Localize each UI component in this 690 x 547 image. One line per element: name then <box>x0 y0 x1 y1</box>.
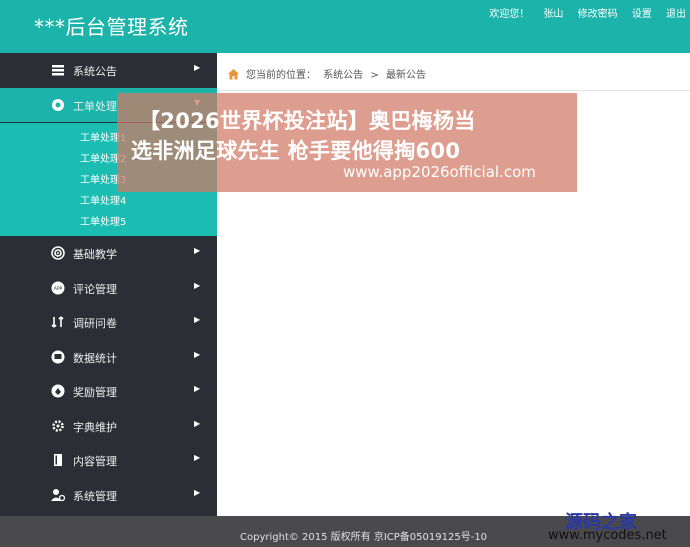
gear-icon <box>51 98 65 112</box>
sidebar-item-announcements[interactable]: 系统公告 ▶ <box>0 53 217 87</box>
breadcrumb: 您当前的位置： 系统公告 > 最新公告 <box>217 53 690 91</box>
sidebar-item-label: 字典维护 <box>73 421 117 434</box>
submenu-item-ticket-5[interactable]: 工单处理5 <box>80 213 126 228</box>
medal-icon <box>51 384 65 398</box>
submenu-item-ticket-4[interactable]: 工单处理4 <box>80 192 126 207</box>
chevron-right-icon: ▶ <box>194 315 201 324</box>
settings-link[interactable]: 设置 <box>632 9 652 20</box>
header-bar: ***后台管理系统 欢迎您！ 张山 修改密码 设置 退出 <box>0 0 690 53</box>
sidebar-item-label: 系统公告 <box>73 65 117 78</box>
chevron-right-icon: ▶ <box>194 453 201 462</box>
sidebar-item-system[interactable]: 系统管理 ▶ <box>0 478 217 512</box>
chevron-right-icon: ▶ <box>194 488 201 497</box>
flow-icon <box>51 315 65 329</box>
chevron-right-icon: ▶ <box>194 419 201 428</box>
breadcrumb-item-announcements[interactable]: 系统公告 <box>323 70 363 81</box>
user-gear-icon <box>51 488 65 502</box>
ad-headline-line2: 选非洲足球先生 枪手要他得掏600 <box>131 139 461 163</box>
sidebar-item-label: 评论管理 <box>73 283 117 296</box>
sidebar-item-label: 奖励管理 <box>73 386 117 399</box>
sidebar-item-label: 数据统计 <box>73 352 117 365</box>
sidebar-item-dictionary[interactable]: 字典维护 ▶ <box>0 409 217 443</box>
welcome-text: 欢迎您！ <box>489 9 530 20</box>
breadcrumb-separator: > <box>370 70 379 81</box>
stack-icon <box>51 63 65 77</box>
app-icon: APP <box>51 281 65 295</box>
sidebar-item-label: 基础教学 <box>73 248 117 261</box>
monitor-icon <box>51 350 65 364</box>
chevron-right-icon: ▶ <box>194 63 201 72</box>
app-title: ***后台管理系统 <box>34 15 189 39</box>
sidebar-item-label: 工单处理 <box>73 100 117 113</box>
chevron-right-icon: ▶ <box>194 246 201 255</box>
sidebar-item-label: 内容管理 <box>73 455 117 468</box>
ad-headline-line1: 【2026世界杯投注站】奥巴梅杨当 <box>139 109 476 133</box>
book-icon <box>51 453 65 467</box>
sidebar-item-rewards[interactable]: 奖励管理 ▶ <box>0 374 217 408</box>
ad-url[interactable]: www.app2026official.com <box>343 163 536 181</box>
change-password-link[interactable]: 修改密码 <box>578 9 618 20</box>
home-icon <box>227 65 240 84</box>
cog-icon <box>51 419 65 433</box>
sidebar-item-content[interactable]: 内容管理 ▶ <box>0 443 217 477</box>
svg-text:APP: APP <box>54 286 63 292</box>
breadcrumb-prefix: 您当前的位置： <box>246 70 316 81</box>
sidebar-item-label: 调研问卷 <box>73 317 117 330</box>
chevron-right-icon: ▶ <box>194 384 201 393</box>
ad-banner[interactable]: 【2026世界杯投注站】奥巴梅杨当 选非洲足球先生 枪手要他得掏600 www.… <box>117 93 577 192</box>
chevron-right-icon: ▶ <box>194 350 201 359</box>
copyright-text: Copyright© 2015 版权所有 京ICP备05019125号-10 <box>240 532 488 543</box>
sidebar-item-surveys[interactable]: 调研问卷 ▶ <box>0 305 217 339</box>
top-links: 欢迎您！ 张山 修改密码 设置 退出 <box>478 5 686 20</box>
breadcrumb-item-latest: 最新公告 <box>385 70 426 81</box>
sidebar-item-comments[interactable]: APP 评论管理 ▶ <box>0 271 217 305</box>
watermark-site: www.mycodes.net <box>548 528 667 543</box>
breadcrumb-text: 您当前的位置： 系统公告 > 最新公告 <box>246 66 430 81</box>
sidebar-item-label: 系统管理 <box>73 490 117 503</box>
target-icon <box>51 246 65 260</box>
username-link[interactable]: 张山 <box>543 9 563 20</box>
chevron-right-icon: ▶ <box>194 281 201 290</box>
sidebar-item-basic-teaching[interactable]: 基础教学 ▶ <box>0 236 217 270</box>
sidebar-item-statistics[interactable]: 数据统计 ▶ <box>0 340 217 374</box>
logout-link[interactable]: 退出 <box>666 9 686 20</box>
